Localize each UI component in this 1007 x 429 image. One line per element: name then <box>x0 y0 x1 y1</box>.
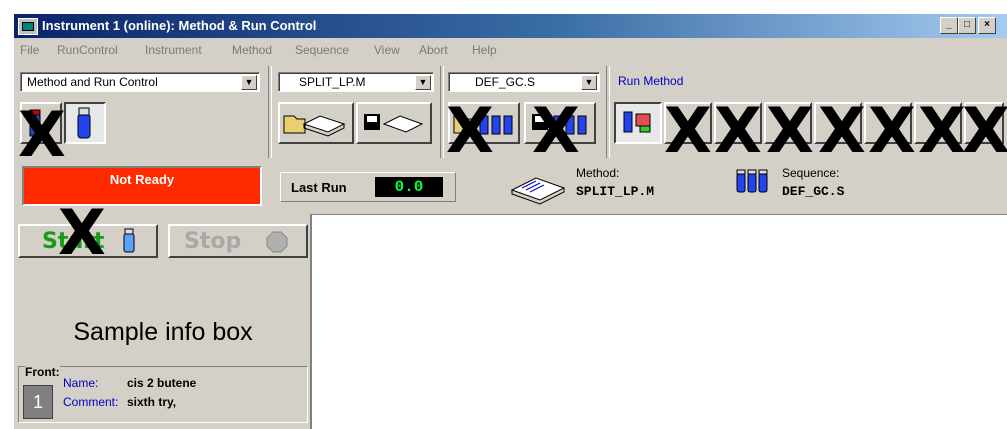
comment-value: sixth try, <box>127 395 177 409</box>
close-button[interactable]: × <box>978 17 996 34</box>
name-value: cis 2 butene <box>127 376 197 390</box>
view-select-value: Method and Run Control <box>27 75 158 89</box>
last-run-panel: Last Run 0.0 <box>280 172 456 202</box>
method-book-icon <box>510 177 566 205</box>
x-mark: X <box>446 94 494 167</box>
sequence-value: DEF_GC.S <box>782 184 845 199</box>
x-mark: X <box>664 94 712 167</box>
toolbar-separator <box>268 66 272 158</box>
window-title: Instrument 1 (online): Method & Run Cont… <box>42 18 317 33</box>
sample-control-panel: Start Stop X Sample info box Front: 1 Na… <box>14 202 312 429</box>
menu-bar: File RunControl Instrument Method Sequen… <box>14 38 1007 62</box>
load-method-button[interactable] <box>278 102 354 144</box>
run-method-label: Run Method <box>618 74 684 88</box>
sequence-select-value: DEF_GC.S <box>475 75 536 89</box>
menu-method[interactable]: Method <box>232 43 272 57</box>
x-mark: X <box>18 98 66 171</box>
front-label: Front: <box>25 365 60 379</box>
stop-label: Stop <box>184 229 242 254</box>
x-mark: X <box>714 94 762 167</box>
front-injector-box: Front: 1 Name: cis 2 butene Comment: six… <box>18 365 308 423</box>
menu-runcontrol[interactable]: RunControl <box>57 43 118 57</box>
menu-instrument[interactable]: Instrument <box>145 43 202 57</box>
chevron-down-icon[interactable]: ▼ <box>415 75 431 90</box>
method-value: SPLIT_LP.M <box>576 184 655 199</box>
sequence-select[interactable]: DEF_GC.S ▼ <box>448 72 600 92</box>
x-mark: X <box>58 196 106 269</box>
x-mark: X <box>766 94 814 167</box>
title-bar: Instrument 1 (online): Method & Run Cont… <box>14 14 1007 38</box>
name-label: Name: <box>63 376 99 390</box>
status-bar: Not Ready Last Run 0.0 Method: SPLIT_LP.… <box>14 162 1007 215</box>
vial-icon <box>123 228 135 253</box>
toolbar-separator <box>606 66 610 158</box>
x-mark: X <box>962 94 1007 167</box>
menu-view[interactable]: View <box>374 43 400 57</box>
run-control-view-button[interactable] <box>64 102 106 144</box>
chevron-down-icon[interactable]: ▼ <box>581 75 597 90</box>
menu-sequence[interactable]: Sequence <box>295 43 349 57</box>
minimize-button[interactable]: _ <box>940 17 958 34</box>
x-mark: X <box>918 94 966 167</box>
sequence-vials-icon <box>736 169 768 193</box>
last-run-label: Last Run <box>291 180 347 195</box>
toolbar: Method and Run Control ▼ X SPLIT_LP.M ▼ … <box>14 62 1007 171</box>
run-method-button[interactable] <box>614 102 662 144</box>
view-select[interactable]: Method and Run Control ▼ <box>20 72 260 92</box>
toolbar-separator <box>440 66 444 158</box>
comment-label: Comment: <box>63 395 119 409</box>
menu-file[interactable]: File <box>20 43 39 57</box>
x-mark: X <box>818 94 866 167</box>
method-select[interactable]: SPLIT_LP.M ▼ <box>278 72 434 92</box>
save-method-button[interactable] <box>356 102 432 144</box>
stop-octagon-icon <box>266 231 288 253</box>
stop-button[interactable]: Stop <box>168 224 308 258</box>
maximize-button[interactable]: □ <box>958 17 976 34</box>
slot-number: 1 <box>23 385 53 419</box>
menu-abort[interactable]: Abort <box>419 43 448 57</box>
menu-help[interactable]: Help <box>472 43 497 57</box>
method-label: Method: <box>576 166 620 180</box>
last-run-value: 0.0 <box>375 177 443 197</box>
sample-info-title: Sample info box <box>73 318 253 346</box>
x-mark: X <box>868 94 916 167</box>
run-method-icon <box>623 111 651 133</box>
chevron-down-icon[interactable]: ▼ <box>241 75 257 90</box>
sequence-label: Sequence: <box>782 166 840 180</box>
save-book-icon <box>364 114 424 133</box>
vial-icon <box>77 107 91 139</box>
app-icon[interactable] <box>18 18 38 35</box>
method-select-value: SPLIT_LP.M <box>299 75 366 89</box>
open-folder-book-icon <box>283 115 346 137</box>
x-mark: X <box>532 94 580 167</box>
